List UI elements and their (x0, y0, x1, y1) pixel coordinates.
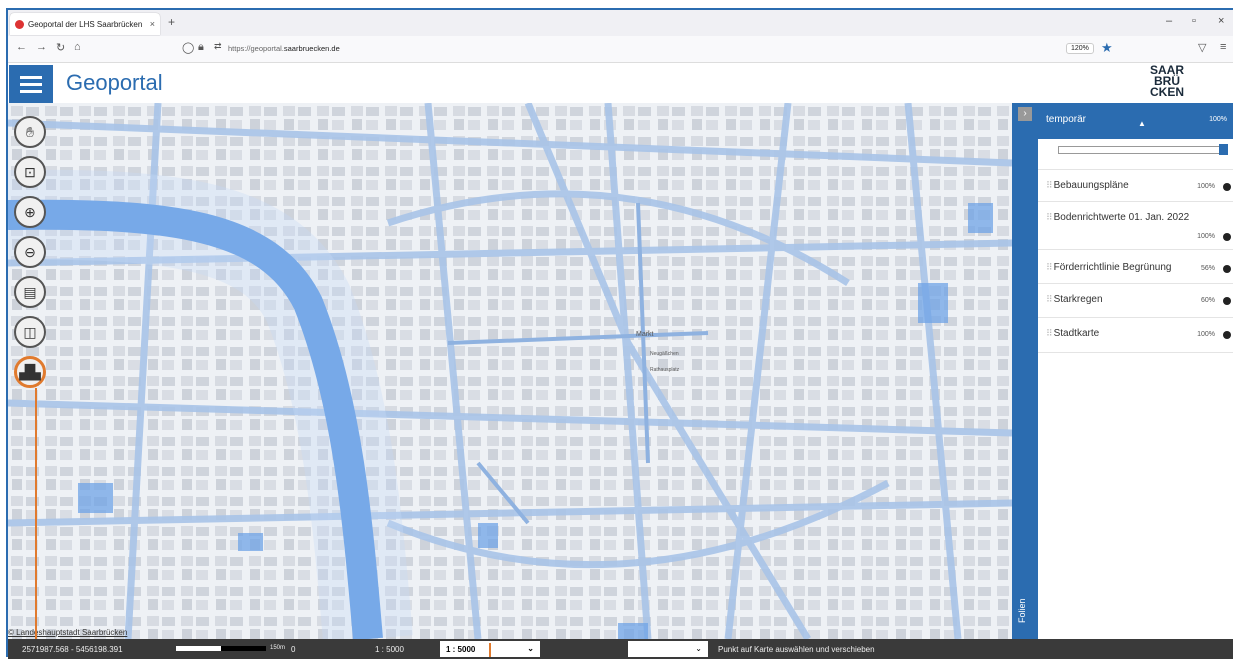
scale-bar-unit: 150m (270, 645, 286, 651)
window-close-icon[interactable]: × (1218, 15, 1224, 27)
layer-opacity: 56% (1200, 265, 1215, 272)
url-domain: saarbruecken.de (283, 44, 340, 53)
minimize-icon[interactable]: – (1166, 15, 1172, 27)
layer-item[interactable]: ⠿Stadtkarte 100% (1038, 317, 1233, 353)
layer-name: Starkregen (1053, 294, 1103, 305)
map-label-rathausplatz: Rathausplatz (650, 367, 680, 373)
binoculars-icon: ▟▙ (19, 363, 41, 380)
layer-search-icon: ◫ (23, 323, 37, 340)
browser-navbar: ← → ↻ ⌂ ◯ 🔒︎ ⇄ https://geoportal.saarbru… (8, 36, 1233, 63)
bookmark-star-icon[interactable]: ★ (1101, 40, 1113, 56)
layer-name: Förderrichtlinie Begrünung (1053, 262, 1172, 273)
caret-up-icon[interactable]: ▲ (1138, 119, 1146, 128)
drag-handle-icon[interactable]: ⠿ (1046, 294, 1053, 304)
layer-opacity: 60% (1200, 297, 1215, 304)
layer-opacity: 100% (1197, 331, 1215, 338)
app-frame: Geoportal der LHS Saarbrücken × + – ▫ × … (6, 8, 1233, 659)
maximize-icon[interactable]: ▫ (1192, 15, 1196, 27)
forward-icon[interactable]: → (36, 41, 47, 53)
saarbruecken-logo: SAAR BRÜ CKEN (1150, 64, 1185, 99)
sidebar-toggle[interactable]: › Folien (1012, 103, 1038, 639)
eye-icon[interactable] (1223, 331, 1231, 339)
scale-select-value: 1 : 5000 (446, 645, 476, 654)
pocket-icon[interactable]: ▽ (1198, 41, 1206, 54)
scale-bar (176, 646, 266, 651)
layer-group-title: temporär (1046, 114, 1087, 125)
chevron-down-icon: ⌄ (527, 644, 534, 653)
layer-name: Bodenrichtwerte 01. Jan. 2022 (1053, 212, 1190, 223)
zoom-out-icon: ⊖ (24, 243, 36, 260)
eye-icon[interactable] (1223, 183, 1231, 191)
scale-bar-zero: 0 (291, 645, 296, 654)
opacity-slider[interactable] (1058, 144, 1228, 155)
pan-tool-button[interactable]: ✋︎ (14, 116, 46, 148)
reload-icon[interactable]: ↻ (56, 41, 65, 54)
url-bar[interactable]: https://geoportal.saarbruecken.de (228, 44, 340, 53)
zoom-in-icon: ⊕ (24, 203, 36, 220)
browser-tab[interactable]: Geoportal der LHS Saarbrücken × (10, 13, 160, 35)
eye-icon[interactable] (1223, 265, 1231, 273)
app-title: Geoportal (66, 70, 163, 95)
back-icon[interactable]: ← (16, 41, 27, 53)
layer-search-button[interactable]: ◫ (14, 316, 46, 348)
drag-handle-icon[interactable]: ⠿ (1046, 212, 1053, 222)
new-tab-button[interactable]: + (168, 15, 175, 29)
layer-group-header[interactable]: temporär ▲ 100% (1038, 103, 1233, 139)
position-tool-button[interactable]: ▟▙ (14, 356, 46, 388)
browser-tabbar: Geoportal der LHS Saarbrücken × + – ▫ × (8, 10, 1233, 36)
chevron-right-icon[interactable]: › (1018, 107, 1032, 121)
map-label-markt: Markt (636, 331, 654, 338)
tool-select[interactable]: ⌄ (628, 641, 708, 657)
permissions-icon[interactable]: ⇄ (214, 41, 222, 52)
layer-panel: temporär ▲ 100% ⠿Bebauungspläne 100% ⠿Bo… (1038, 103, 1233, 639)
zoom-extent-button[interactable]: ⊡ (14, 156, 46, 188)
layer-item[interactable]: ⠿Bebauungspläne 100% (1038, 169, 1233, 202)
favicon-icon (15, 19, 24, 29)
status-bar: 2571987.568 - 5456198.391 150m 0 1 : 500… (8, 639, 1233, 659)
zoom-out-button[interactable]: ⊖ (14, 236, 46, 268)
lock-icon[interactable]: 🔒︎ (198, 41, 204, 54)
status-hint: Punkt auf Karte auswählen und verschiebe… (718, 645, 875, 654)
callout-line (489, 643, 491, 657)
hamburger-menu-button[interactable] (9, 65, 53, 103)
map-graphic (8, 103, 1012, 639)
callout-line (35, 388, 37, 658)
scale-text: 1 : 5000 (375, 645, 404, 654)
zoom-in-button[interactable]: ⊕ (14, 196, 46, 228)
hand-icon: ✋︎ (26, 123, 34, 140)
slider-knob[interactable] (1219, 144, 1228, 155)
drag-handle-icon[interactable]: ⠿ (1046, 180, 1053, 190)
tab-title: Geoportal der LHS Saarbrücken (28, 19, 143, 29)
layer-info-button[interactable]: ▤ (14, 276, 46, 308)
eye-icon[interactable] (1223, 297, 1231, 305)
map-copyright[interactable]: © Landeshauptstadt Saarbrücken (8, 628, 127, 637)
layer-opacity: 100% (1197, 233, 1215, 240)
map-label-neugaesschen: Neugäßchen (650, 351, 679, 357)
eye-icon[interactable] (1223, 233, 1231, 241)
url-prefix: https://geoportal. (228, 44, 284, 53)
home-icon[interactable]: ⌂ (74, 41, 81, 53)
layer-item[interactable]: ⠿Förderrichtlinie Begrünung 56% (1038, 249, 1233, 284)
app-header: Geoportal SAAR BRÜ CKEN (8, 63, 1233, 103)
layer-opacity: 100% (1197, 183, 1215, 190)
layer-name: Stadtkarte (1053, 328, 1100, 339)
zoom-box-icon: ⊡ (24, 163, 36, 180)
menu-icon[interactable]: ≡ (1220, 41, 1226, 53)
coordinate-readout: 2571987.568 - 5456198.391 (22, 645, 123, 654)
layer-name: Bebauungspläne (1053, 180, 1129, 191)
chevron-down-icon: ⌄ (695, 644, 702, 653)
shield-icon[interactable]: ◯ (182, 41, 194, 54)
drag-handle-icon[interactable]: ⠿ (1046, 262, 1053, 272)
layer-group-opacity: 100% (1209, 116, 1227, 123)
layer-item[interactable]: ⠿Bodenrichtwerte 01. Jan. 2022 100% (1038, 201, 1233, 250)
layer-item[interactable]: ⠿Starkregen 60% (1038, 283, 1233, 318)
map-canvas[interactable]: Markt Neugäßchen Rathausplatz ✋︎ ⊡ ⊕ ⊖ ▤… (8, 103, 1012, 639)
info-icon: ▤ (23, 283, 37, 300)
tab-close-icon[interactable]: × (150, 19, 155, 29)
zoom-level[interactable]: 120% (1066, 43, 1094, 54)
logo-line-3: CKEN (1150, 85, 1185, 99)
sidebar-toggle-label: Folien (1017, 598, 1027, 623)
drag-handle-icon[interactable]: ⠿ (1046, 328, 1053, 338)
